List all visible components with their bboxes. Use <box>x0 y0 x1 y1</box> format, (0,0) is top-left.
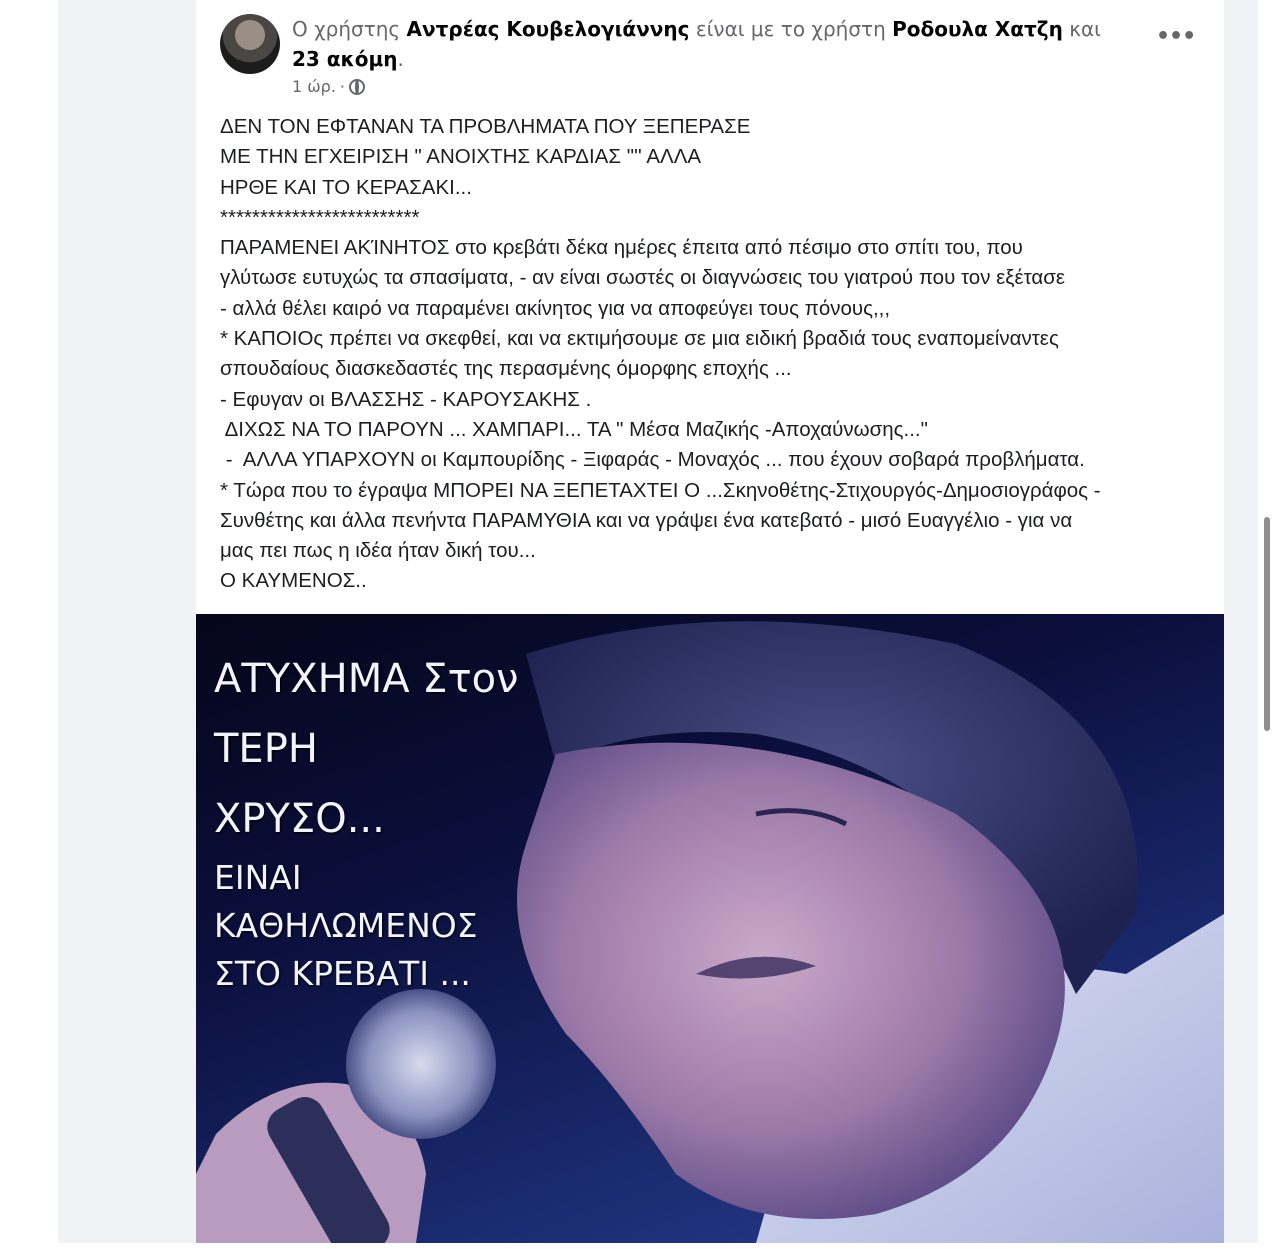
photo-caption-line: ΕΙΝΑΙ <box>214 858 302 897</box>
more-options-icon[interactable]: ••• <box>1156 22 1196 58</box>
post-line: * ΚΑΠΟΙΟς πρέπει να σκεφθεί, και να εκτι… <box>220 327 1059 351</box>
photo-caption: ΑΤΥΧΗΜΑ Στον ΤΕΡΗ ΧΡΥΣΟ... ΕΙΝΑΙ ΚΑΘΗΛΩΜ… <box>214 644 518 998</box>
tagged-others-link[interactable]: 23 ακόμη <box>292 47 397 71</box>
feed-post: Ο χρήστης Αντρέας Κουβελογιάννης είναι μ… <box>196 0 1224 1243</box>
header-middle: είναι με το χρήστη <box>695 17 886 41</box>
post-header: Ο χρήστης Αντρέας Κουβελογιάννης είναι μ… <box>292 14 1112 44</box>
post-line: * Τώρα που το έγραψα ΜΠΟΡΕΙ ΝΑ ΞΕΠΕΤΑΧΤΕ… <box>220 478 1101 502</box>
right-gutter <box>1224 0 1258 1243</box>
microphone <box>346 989 496 1139</box>
author-name-link[interactable]: Αντρέας Κουβελογιάννης <box>407 17 690 41</box>
post-line: σπουδαίους διασκεδαστές της περασμένης ό… <box>220 357 792 381</box>
post-line: Συνθέτης και άλλα πενήντα ΠΑΡΑΜΥΘΙΑ και … <box>220 508 1073 532</box>
post-timestamp[interactable]: 1 ώρ. <box>292 76 336 98</box>
scrollbar-thumb[interactable] <box>1264 517 1270 731</box>
globe-icon[interactable] <box>349 79 365 95</box>
photo-caption-line: ΤΕΡΗ <box>214 726 318 772</box>
photo-caption-line: ΑΤΥΧΗΜΑ Στον <box>214 656 519 702</box>
post-line: μας πει πως η ιδέα ήταν δική του... <box>220 539 536 563</box>
post-line: ΔΕΝ ΤΟΝ ΕΦΤΑΝΑΝ ΤΑ ΠΡΟΒΛΗΜΑΤΑ ΠΟΥ ΞΕΠΕΡΑ… <box>220 115 751 138</box>
header-prefix: Ο χρήστης <box>292 17 401 41</box>
post-line: ΠΑΡΑΜΕΝΕΙ ΑΚΊΝΗΤΟΣ στο κρεβάτι δέκα ημέρ… <box>220 236 1023 260</box>
post-line: - Εφυγαν οι ΒΛΑΣΣΗΣ - ΚΑΡΟΥΣΑΚΗΣ . <box>220 387 592 411</box>
post-line: ************************* <box>220 205 420 229</box>
post-header-continued: 23 ακόμη. <box>292 44 404 74</box>
post-line: ΗΡΘΕ ΚΑΙ ΤΟ ΚΕΡΑΣΑΚΙ... <box>220 175 472 199</box>
left-gutter <box>58 0 196 1243</box>
meta-separator: · <box>339 77 345 96</box>
post-line: ΔΙΧΩΣ ΝΑ ΤΟ ΠΑΡΟΥΝ ... ΧΑΜΠΑΡΙ... ΤΑ " Μ… <box>220 417 928 441</box>
post-meta: 1 ώρ. · <box>292 76 365 98</box>
photo-caption-line: ΣΤΟ ΚΡΕΒΑΤΙ ... <box>214 954 471 993</box>
post-line: Ο ΚΑΥΜΕΝΟΣ.. <box>220 569 367 593</box>
header-and: και <box>1069 17 1101 41</box>
author-avatar[interactable] <box>220 14 280 74</box>
post-line: - αλλά θέλει καιρό να παραμένει ακίνητος… <box>220 296 891 320</box>
post-line: ΜΕ ΤΗΝ ΕΓΧΕΙΡΙΣΗ " ΑΝΟΙΧΤΗΣ ΚΑΡΔΙΑΣ "'' … <box>220 145 702 169</box>
photo-caption-line: ΧΡΥΣΟ... <box>214 796 385 842</box>
post-body: ΔΕΝ ΤΟΝ ΕΦΤΑΝΑΝ ΤΑ ΠΡΟΒΛΗΜΑΤΑ ΠΟΥ ΞΕΠΕΡΑ… <box>220 112 1210 597</box>
post-line: γλύτωσε ευτυχώς τα σπασίματα, - αν είναι… <box>220 266 1066 290</box>
post-photo[interactable]: ΑΤΥΧΗΜΑ Στον ΤΕΡΗ ΧΡΥΣΟ... ΕΙΝΑΙ ΚΑΘΗΛΩΜ… <box>196 614 1224 1243</box>
photo-caption-line: ΚΑΘΗΛΩΜΕΝΟΣ <box>214 906 478 945</box>
header-period: . <box>397 47 404 71</box>
post-line: - ΑΛΛΑ ΥΠΑΡΧΟΥΝ οι Καμπουρίδης - Ξιφαράς… <box>220 448 1085 472</box>
tagged-user-link[interactable]: Ροδουλα Χατζη <box>892 17 1063 41</box>
